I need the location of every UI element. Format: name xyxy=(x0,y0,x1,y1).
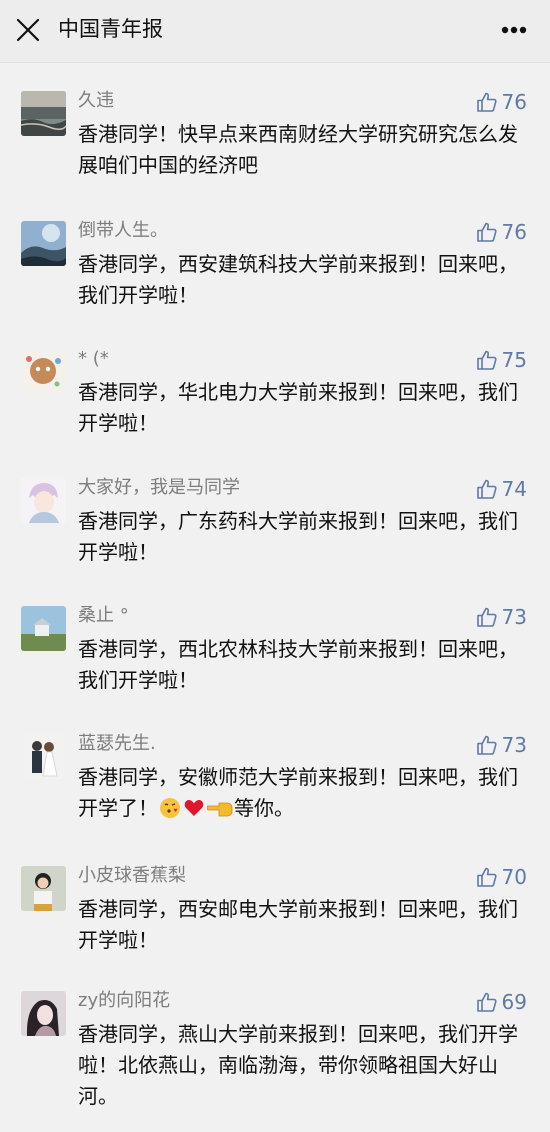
comment-item: 倒带人生。 76 香港同学，西安建筑科技大学前来报到！回来吧，我们开学啦！ xyxy=(0,193,550,321)
close-button[interactable] xyxy=(13,15,43,45)
like-count: 74 xyxy=(501,477,527,501)
backhand-index-pointing-left-icon xyxy=(207,802,233,817)
avatar-image xyxy=(21,866,66,911)
avatar[interactable] xyxy=(21,478,66,523)
comment-text: 香港同学，华北电力大学前来报到！回来吧，我们开学啦！ xyxy=(78,380,518,435)
comment-nickname: 大家好，我是马同学 xyxy=(78,477,240,498)
like-count: 76 xyxy=(501,220,527,244)
like-button[interactable]: 74 xyxy=(476,475,527,503)
face-blowing-kiss-icon xyxy=(160,798,180,818)
like-button[interactable]: 75 xyxy=(476,346,527,374)
like-button[interactable]: 73 xyxy=(476,603,527,631)
page-title: 中国青年报 xyxy=(58,17,163,41)
more-button[interactable] xyxy=(493,16,535,44)
like-count: 69 xyxy=(501,990,527,1014)
like-count: 70 xyxy=(501,865,527,889)
thumbs-up-icon xyxy=(476,607,497,627)
comment-item: 桑止 ° 73 香港同学，西北农林科技大学前来报到！回来吧，我们开学啦！ xyxy=(0,578,550,706)
avatar[interactable] xyxy=(21,606,66,651)
thumbs-up-icon xyxy=(476,735,497,755)
like-button[interactable]: 76 xyxy=(476,218,527,246)
more-dots-icon xyxy=(501,26,527,34)
comment-nickname: 小皮球香蕉梨 xyxy=(78,865,186,886)
avatar[interactable] xyxy=(21,866,66,911)
comment-text: 香港同学，广东药科大学前来报到！回来吧，我们开学啦！ xyxy=(78,509,518,564)
avatar[interactable] xyxy=(21,221,66,266)
comment-nickname: 桑止 ° xyxy=(78,605,129,626)
like-button[interactable]: 73 xyxy=(476,731,527,759)
avatar[interactable] xyxy=(21,349,66,394)
red-heart-icon xyxy=(184,800,204,816)
comment-nickname: 蓝瑟先生. xyxy=(78,733,156,754)
like-count: 76 xyxy=(501,90,527,114)
avatar-image xyxy=(21,734,66,779)
thumbs-up-icon xyxy=(476,992,497,1012)
comment-text: 香港同学！快早点来西南财经大学研究研究怎么发展咱们中国的经济吧 xyxy=(78,122,518,177)
top-bar: 中国青年报 xyxy=(0,0,550,63)
avatar-image xyxy=(21,478,66,523)
like-button[interactable]: 70 xyxy=(476,863,527,891)
comment-text-main: 香港同学，安徽师范大学前来报到！回来吧，我们开学了！ xyxy=(78,765,518,820)
comment-text: 香港同学，西安邮电大学前来报到！回来吧，我们开学啦！ xyxy=(78,897,518,952)
thumbs-up-icon xyxy=(476,479,497,499)
comment-list: 久违 76 香港同学！快早点来西南财经大学研究研究怎么发展咱们中国的经济吧 倒带… xyxy=(0,63,550,1113)
avatar[interactable] xyxy=(21,991,66,1036)
comment-text: 香港同学，西安建筑科技大学前来报到！回来吧，我们开学啦！ xyxy=(78,252,518,307)
comment-item: 大家好，我是马同学 74 香港同学，广东药科大学前来报到！回来吧，我们开学啦！ xyxy=(0,450,550,578)
avatar-image xyxy=(21,221,66,266)
like-count: 73 xyxy=(501,605,527,629)
avatar-image xyxy=(21,349,66,394)
comment-text: 香港同学，燕山大学前来报到！回来吧，我们开学啦！北依燕山，南临渤海，带你领略祖国… xyxy=(78,1022,518,1108)
comment-text: 香港同学，西北农林科技大学前来报到！回来吧，我们开学啦！ xyxy=(78,637,518,692)
comment-nickname: 久违 xyxy=(78,90,114,111)
thumbs-up-icon xyxy=(476,350,497,370)
comment-text: 香港同学，安徽师范大学前来报到！回来吧，我们开学了！ 等你。 xyxy=(78,762,518,824)
comment-item: 小皮球香蕉梨 70 香港同学，西安邮电大学前来报到！回来吧，我们开学啦！ xyxy=(0,838,550,963)
like-count: 75 xyxy=(501,348,527,372)
comment-text-tail: 等你。 xyxy=(234,796,294,820)
close-icon xyxy=(16,18,40,42)
avatar-image xyxy=(21,91,66,136)
thumbs-up-icon xyxy=(476,222,497,242)
avatar[interactable] xyxy=(21,91,66,136)
comment-nickname: zy的向阳花 xyxy=(78,990,171,1011)
comment-nickname: 倒带人生。 xyxy=(78,220,168,241)
comment-item: zy的向阳花 69 香港同学，燕山大学前来报到！回来吧，我们开学啦！北依燕山，南… xyxy=(0,963,550,1113)
thumbs-up-icon xyxy=(476,92,497,112)
like-count: 73 xyxy=(501,733,527,757)
comment-item: 蓝瑟先生. 73 香港同学，安徽师范大学前来报到！回来吧，我们开学了！ 等你。 xyxy=(0,706,550,838)
like-button[interactable]: 69 xyxy=(476,988,527,1016)
avatar[interactable] xyxy=(21,734,66,779)
comment-nickname: * (* xyxy=(78,348,109,369)
comment-item: 久违 76 香港同学！快早点来西南财经大学研究研究怎么发展咱们中国的经济吧 xyxy=(0,63,550,193)
thumbs-up-icon xyxy=(476,867,497,887)
avatar-image xyxy=(21,606,66,651)
comment-item: * (* 75 香港同学，华北电力大学前来报到！回来吧，我们开学啦！ xyxy=(0,321,550,450)
like-button[interactable]: 76 xyxy=(476,88,527,116)
avatar-image xyxy=(21,991,66,1036)
